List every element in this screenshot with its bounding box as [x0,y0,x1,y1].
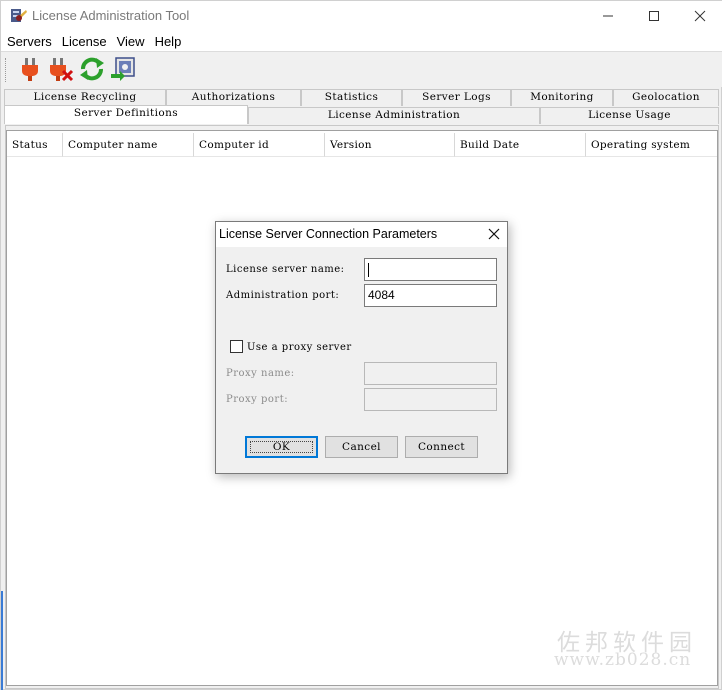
proxy-port-label: Proxy port: [226,394,289,405]
column-header-computer-id[interactable]: Computer id [194,133,325,157]
menu-servers[interactable]: Servers [1,31,56,51]
cancel-button[interactable]: Cancel [325,436,398,458]
menu-bar: Servers License View Help [1,31,722,51]
tab-monitoring[interactable]: Monitoring [511,89,613,106]
maximize-button[interactable] [631,1,677,31]
toolbar [1,51,722,87]
server-properties-icon[interactable] [110,56,136,82]
server-name-input[interactable] [364,258,497,281]
close-button[interactable] [677,1,722,31]
tab-geolocation[interactable]: Geolocation [613,89,719,106]
connect-button[interactable]: Connect [405,436,478,458]
tab-license-usage[interactable]: License Usage [540,107,719,124]
ok-button-label: OK [272,441,291,453]
column-header-computer-name[interactable]: Computer name [63,133,194,157]
tab-server-definitions[interactable]: Server Definitions [4,105,248,124]
tab-server-logs[interactable]: Server Logs [402,89,511,106]
title-bar: License Administration Tool [1,1,722,31]
tab-license-recycling[interactable]: License Recycling [4,89,166,106]
proxy-port-input[interactable] [364,388,497,411]
connection-dialog: License Server Connection Parameters Lic… [215,221,508,474]
window-edge-highlight [1,591,3,690]
app-icon [11,9,27,22]
tab-authorizations[interactable]: Authorizations [166,89,301,106]
admin-port-label: Administration port: [226,290,340,301]
dialog-title-bar: License Server Connection Parameters [216,222,507,247]
column-header-version[interactable]: Version [325,133,455,157]
close-icon [694,10,706,22]
window-title: License Administration Tool [32,8,190,23]
tab-statistics[interactable]: Statistics [301,89,402,106]
plug-connect-icon[interactable] [17,56,43,82]
proxy-checkbox-label[interactable]: Use a proxy server [247,342,352,353]
proxy-name-label: Proxy name: [226,368,295,379]
server-name-label: License server name: [226,264,345,275]
watermark-url: www.zb028.cn [554,650,692,670]
menu-help[interactable]: Help [149,31,186,51]
dialog-close-icon[interactable] [487,227,501,241]
minimize-icon [603,15,613,17]
text-cursor [368,262,369,277]
menu-view[interactable]: View [111,31,149,51]
admin-port-input[interactable]: 4084 [364,284,497,307]
toolbar-grip [5,58,8,82]
proxy-name-input[interactable] [364,362,497,385]
column-header-status[interactable]: Status [7,133,63,157]
column-header-operating-system[interactable]: Operating system [586,133,717,157]
column-header-build-date[interactable]: Build Date [455,133,586,157]
proxy-checkbox[interactable] [230,340,243,353]
menu-license[interactable]: License [56,31,111,51]
refresh-icon[interactable] [79,56,105,82]
ok-button[interactable]: OK [245,436,318,458]
plug-disconnect-icon[interactable] [48,56,74,82]
maximize-icon [649,11,659,21]
dialog-title: License Server Connection Parameters [219,227,438,241]
tab-license-administration[interactable]: License Administration [248,107,540,124]
minimize-button[interactable] [585,1,631,31]
